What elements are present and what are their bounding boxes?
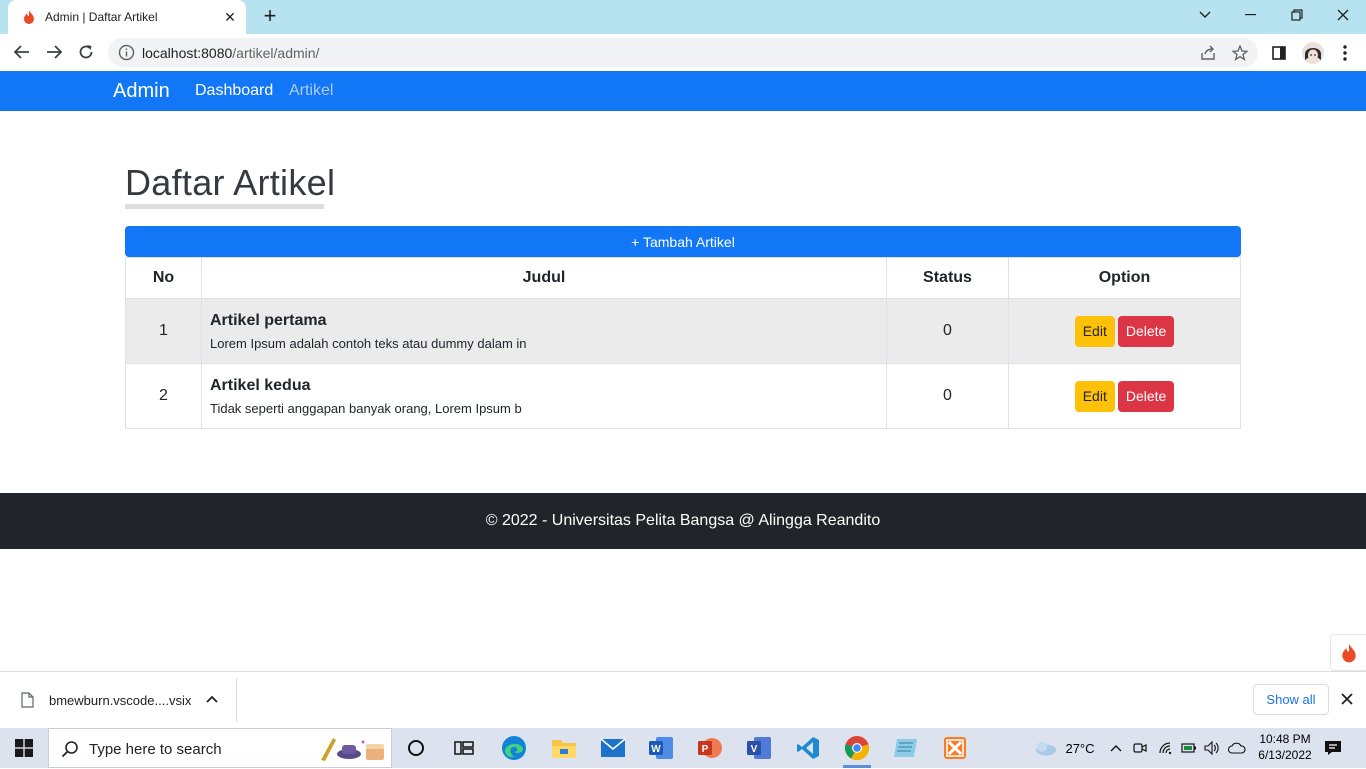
row-option: Edit Delete xyxy=(1008,298,1241,364)
profile-avatar-icon[interactable] xyxy=(1301,41,1325,65)
share-icon[interactable] xyxy=(1200,45,1216,61)
row-option: Edit Delete xyxy=(1008,363,1241,429)
tab-search-icon[interactable] xyxy=(1182,0,1228,30)
svg-text:W: W xyxy=(651,744,661,755)
shelf-divider xyxy=(236,678,237,722)
minimize-icon[interactable] xyxy=(1228,0,1274,30)
taskbar-search-box[interactable]: Type here to search xyxy=(48,728,392,768)
cortana-icon[interactable] xyxy=(392,728,440,768)
row-status: 0 xyxy=(886,298,1009,364)
file-explorer-icon[interactable] xyxy=(540,728,588,768)
back-icon[interactable] xyxy=(10,40,34,64)
table-row: 2 Artikel kedua Tidak seperti anggapan b… xyxy=(125,363,1241,429)
close-window-icon[interactable] xyxy=(1320,0,1366,30)
row-no: 1 xyxy=(125,298,202,364)
browser-tab-strip: Admin | Daftar Artikel ✕ + xyxy=(0,0,1366,34)
header-option: Option xyxy=(1008,257,1241,299)
site-footer: © 2022 - Universitas Pelita Bangsa @ Ali… xyxy=(0,493,1366,549)
site-info-icon[interactable] xyxy=(118,44,135,61)
row-no: 2 xyxy=(125,363,202,429)
url-text: localhost:8080/artikel/admin/ xyxy=(142,45,320,61)
battery-icon[interactable] xyxy=(1179,728,1199,768)
task-view-icon[interactable] xyxy=(440,728,488,768)
notifications-icon[interactable] xyxy=(1318,728,1348,768)
windows-taskbar: Type here to search W P V 27°C 10:48 PM … xyxy=(0,728,1366,768)
nav-link-dashboard[interactable]: Dashboard xyxy=(195,82,273,100)
article-excerpt: Tidak seperti anggapan banyak orang, Lor… xyxy=(210,400,522,416)
close-tab-icon[interactable]: ✕ xyxy=(222,9,238,25)
bookmark-star-icon[interactable] xyxy=(1231,44,1249,61)
download-shelf: bmewburn.vscode....vsix Show all xyxy=(0,671,1366,728)
new-tab-icon[interactable]: + xyxy=(258,5,282,29)
header-no: No xyxy=(125,257,202,299)
table-header-row: No Judul Status Option xyxy=(125,257,1241,299)
svg-text:V: V xyxy=(751,744,758,755)
system-clock[interactable]: 10:48 PM 6/13/2022 xyxy=(1252,731,1318,763)
article-title: Artikel pertama xyxy=(210,311,327,329)
clock-time: 10:48 PM xyxy=(1259,732,1311,746)
restore-icon[interactable] xyxy=(1274,0,1320,30)
search-icon xyxy=(61,740,79,758)
page-title: Daftar Artikel xyxy=(125,162,336,203)
vscode-icon[interactable] xyxy=(784,728,832,768)
onedrive-cloud-icon[interactable] xyxy=(1226,728,1248,768)
add-article-button[interactable]: + Tambah Artikel xyxy=(125,226,1241,257)
article-title: Artikel kedua xyxy=(210,376,311,394)
title-underline xyxy=(125,204,324,209)
mail-icon[interactable] xyxy=(589,728,637,768)
wifi-icon[interactable] xyxy=(1156,728,1176,768)
browser-toolbar: localhost:8080/artikel/admin/ xyxy=(0,34,1366,71)
volume-icon[interactable] xyxy=(1202,728,1222,768)
show-all-button[interactable]: Show all xyxy=(1253,684,1329,715)
navbar-brand[interactable]: Admin xyxy=(113,80,170,103)
table-row: 1 Artikel pertama Lorem Ipsum adalah con… xyxy=(125,298,1241,364)
search-placeholder: Type here to search xyxy=(89,741,222,758)
article-excerpt: Lorem Ipsum adalah contoh teks atau dumm… xyxy=(210,335,527,351)
browser-tab-active[interactable]: Admin | Daftar Artikel ✕ xyxy=(8,0,246,34)
tray-overflow-chevron-icon[interactable] xyxy=(1106,728,1126,768)
windows-start-icon[interactable] xyxy=(0,728,48,768)
notepad-app-icon[interactable] xyxy=(882,728,930,768)
forward-icon[interactable] xyxy=(42,40,66,64)
svg-text:P: P xyxy=(702,744,709,755)
xampp-icon[interactable] xyxy=(931,728,979,768)
chrome-menu-icon[interactable] xyxy=(1335,43,1355,63)
row-status: 0 xyxy=(886,363,1009,429)
tab-title: Admin | Daftar Artikel xyxy=(45,10,158,24)
meet-now-icon[interactable] xyxy=(1130,728,1150,768)
weather-temperature[interactable]: 27°C xyxy=(1060,728,1100,768)
header-judul: Judul xyxy=(201,257,887,299)
chrome-icon[interactable] xyxy=(833,728,881,768)
header-status: Status xyxy=(886,257,1009,299)
edge-browser-icon[interactable] xyxy=(490,728,538,768)
word-icon[interactable]: W xyxy=(637,728,685,768)
flame-favicon-icon xyxy=(22,10,36,24)
download-file-name[interactable]: bmewburn.vscode....vsix xyxy=(49,693,191,708)
powerpoint-icon[interactable]: P xyxy=(686,728,734,768)
debug-toolbar-flame-icon[interactable] xyxy=(1330,634,1366,671)
file-icon xyxy=(21,692,34,708)
reload-icon[interactable] xyxy=(74,40,98,64)
close-shelf-icon[interactable] xyxy=(1340,692,1354,706)
address-bar[interactable]: localhost:8080/artikel/admin/ xyxy=(108,38,1258,67)
edit-button[interactable]: Edit xyxy=(1074,380,1115,412)
row-judul: Artikel pertama Lorem Ipsum adalah conto… xyxy=(201,298,887,364)
chevron-up-icon[interactable] xyxy=(205,692,219,706)
articles-table: No Judul Status Option 1 Artikel pertama… xyxy=(125,257,1241,429)
clock-date: 6/13/2022 xyxy=(1258,748,1312,762)
delete-button[interactable]: Delete xyxy=(1117,315,1175,347)
site-navbar: Admin Dashboard Artikel xyxy=(0,71,1366,111)
web-page: Admin Dashboard Artikel Daftar Artikel +… xyxy=(0,71,1366,671)
side-panel-icon[interactable] xyxy=(1269,43,1289,63)
search-highlight-illustration-icon xyxy=(319,734,389,764)
nav-link-artikel[interactable]: Artikel xyxy=(289,82,333,100)
weather-cloud-icon[interactable] xyxy=(1030,728,1060,768)
row-judul: Artikel kedua Tidak seperti anggapan ban… xyxy=(201,363,887,429)
visio-icon[interactable]: V xyxy=(735,728,783,768)
edit-button[interactable]: Edit xyxy=(1074,315,1115,347)
delete-button[interactable]: Delete xyxy=(1117,380,1175,412)
